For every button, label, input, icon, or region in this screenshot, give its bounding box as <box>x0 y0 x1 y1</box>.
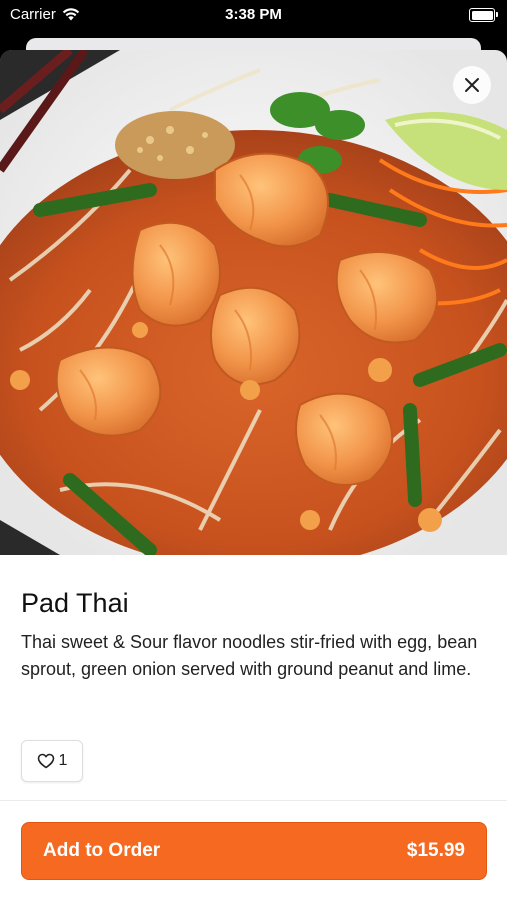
add-to-order-label: Add to Order <box>43 840 161 861</box>
clock: 3:38 PM <box>225 6 282 23</box>
dish-title: Pad Thai <box>21 588 129 618</box>
heart-icon <box>37 753 54 769</box>
status-bar: Carrier 3:38 PM <box>0 0 507 30</box>
close-icon <box>465 78 479 92</box>
like-button[interactable]: 1 <box>21 740 83 782</box>
like-count: 1 <box>58 752 68 769</box>
dish-photo <box>0 50 507 555</box>
order-price: $15.99 <box>406 840 465 861</box>
battery-icon <box>469 8 498 22</box>
close-button[interactable] <box>453 66 491 104</box>
add-to-order-button[interactable]: Add to Order $15.99 <box>21 822 487 880</box>
divider <box>0 800 507 801</box>
dish-detail-sheet: Pad Thai Thai sweet & Sour flavor noodle… <box>0 50 507 900</box>
dish-description: Thai sweet & Sour flavor noodles stir-fr… <box>21 632 478 679</box>
